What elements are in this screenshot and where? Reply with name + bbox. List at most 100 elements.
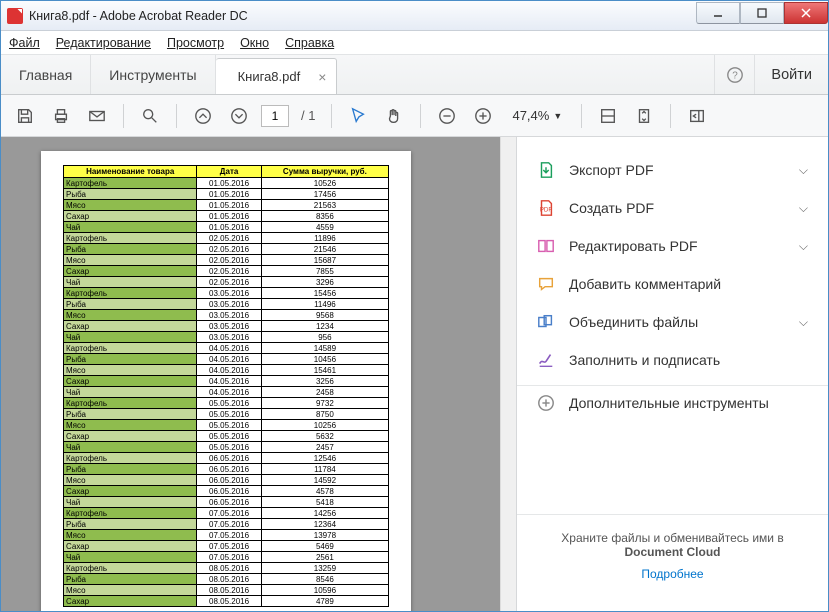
table-row: Сахар05.05.20165632 <box>64 431 389 442</box>
create-pdf-icon: PDF <box>537 199 555 217</box>
table-header: Сумма выручки, руб. <box>261 166 388 178</box>
cloud-learn-more-link[interactable]: Подробнее <box>535 567 810 581</box>
table-row: Чай04.05.20162458 <box>64 387 389 398</box>
menu-view[interactable]: Просмотр <box>167 36 224 50</box>
toggle-panel-icon[interactable] <box>683 102 711 130</box>
combine-icon <box>537 313 555 331</box>
tool-edit-pdf[interactable]: Редактировать PDF⌵ <box>517 227 828 265</box>
export-pdf-icon <box>537 161 555 179</box>
selection-tool-icon[interactable] <box>344 102 372 130</box>
table-row: Мясо04.05.201615461 <box>64 365 389 376</box>
tool-create-pdf[interactable]: PDF Создать PDF⌵ <box>517 189 828 227</box>
table-row: Мясо06.05.201614592 <box>64 475 389 486</box>
page-down-icon[interactable] <box>225 102 253 130</box>
table-row: Мясо07.05.201613978 <box>64 530 389 541</box>
table-row: Чай06.05.20165418 <box>64 497 389 508</box>
table-row: Рыба04.05.201610456 <box>64 354 389 365</box>
save-icon[interactable] <box>11 102 39 130</box>
pdf-page: Наименование товараДатаСумма выручки, ру… <box>41 151 411 611</box>
table-row: Мясо03.05.20169568 <box>64 310 389 321</box>
email-icon[interactable] <box>83 102 111 130</box>
titlebar: Книга8.pdf - Adobe Acrobat Reader DC <box>1 1 828 31</box>
table-row: Картофель05.05.20169732 <box>64 398 389 409</box>
plus-circle-icon <box>537 394 555 412</box>
table-row: Сахар08.05.20164789 <box>64 596 389 607</box>
app-icon <box>7 8 23 24</box>
table-row: Мясо01.05.201621563 <box>64 200 389 211</box>
table-header: Дата <box>197 166 261 178</box>
menu-window[interactable]: Окно <box>240 36 269 50</box>
page-up-icon[interactable] <box>189 102 217 130</box>
help-button[interactable]: ? <box>714 55 754 94</box>
table-row: Картофель02.05.201611896 <box>64 233 389 244</box>
search-icon[interactable] <box>136 102 164 130</box>
signin-button[interactable]: Войти <box>754 55 828 94</box>
hand-tool-icon[interactable] <box>380 102 408 130</box>
tabbar: Главная Инструменты Книга8.pdf × ? Войти <box>1 55 828 95</box>
tool-more[interactable]: Дополнительные инструменты <box>517 385 828 412</box>
table-row: Картофель04.05.201614589 <box>64 343 389 354</box>
table-row: Рыба07.05.201612364 <box>64 519 389 530</box>
scrollbar[interactable] <box>500 137 516 611</box>
menu-edit[interactable]: Редактирование <box>56 36 151 50</box>
tab-close-icon[interactable]: × <box>318 69 326 85</box>
page-number-input[interactable] <box>261 105 289 127</box>
tool-fill-sign[interactable]: Заполнить и подписать <box>517 341 828 379</box>
table-row: Рыба08.05.20168546 <box>64 574 389 585</box>
sign-icon <box>537 351 555 369</box>
tab-document[interactable]: Книга8.pdf × <box>216 58 338 94</box>
toolbar: / 1 47,4%▼ <box>1 95 828 137</box>
page-total: / 1 <box>301 108 315 123</box>
cloud-promo: Храните файлы и обменивайтесь ими в Docu… <box>517 514 828 597</box>
table-row: Картофель03.05.201615456 <box>64 288 389 299</box>
chevron-down-icon: ⌵ <box>799 163 808 178</box>
table-row: Рыба05.05.20168750 <box>64 409 389 420</box>
table-row: Чай02.05.20163296 <box>64 277 389 288</box>
close-button[interactable] <box>784 2 828 24</box>
tool-combine-files[interactable]: Объединить файлы⌵ <box>517 303 828 341</box>
table-row: Чай03.05.2016956 <box>64 332 389 343</box>
table-row: Мясо08.05.201610596 <box>64 585 389 596</box>
zoom-out-icon[interactable] <box>433 102 461 130</box>
table-row: Чай07.05.20162561 <box>64 552 389 563</box>
tab-document-label: Книга8.pdf <box>238 69 301 84</box>
fit-page-icon[interactable] <box>630 102 658 130</box>
table-header: Наименование товара <box>64 166 197 178</box>
table-row: Сахар06.05.20164578 <box>64 486 389 497</box>
menu-file[interactable]: Файл <box>9 36 40 50</box>
table-row: Мясо05.05.201610256 <box>64 420 389 431</box>
maximize-button[interactable] <box>740 2 784 24</box>
chevron-down-icon: ⌵ <box>799 315 808 330</box>
chevron-down-icon: ⌵ <box>799 239 808 254</box>
edit-pdf-icon <box>537 237 555 255</box>
tool-export-pdf[interactable]: Экспорт PDF⌵ <box>517 151 828 189</box>
fit-width-icon[interactable] <box>594 102 622 130</box>
tab-home[interactable]: Главная <box>1 55 91 94</box>
table-row: Сахар04.05.20163256 <box>64 376 389 387</box>
tool-add-comment[interactable]: Добавить комментарий <box>517 265 828 303</box>
chevron-down-icon: ⌵ <box>799 201 808 216</box>
window-title: Книга8.pdf - Adobe Acrobat Reader DC <box>29 9 248 23</box>
zoom-dropdown[interactable]: 47,4%▼ <box>505 107 569 124</box>
minimize-button[interactable] <box>696 2 740 24</box>
menubar: Файл Редактирование Просмотр Окно Справк… <box>1 31 828 55</box>
table-row: Картофель08.05.201613259 <box>64 563 389 574</box>
document-viewport[interactable]: Наименование товараДатаСумма выручки, ру… <box>1 137 500 611</box>
table-row: Сахар07.05.20165469 <box>64 541 389 552</box>
tools-panel: Экспорт PDF⌵ PDF Создать PDF⌵ Редактиров… <box>516 137 828 611</box>
table-row: Рыба01.05.201617456 <box>64 189 389 200</box>
table-row: Сахар02.05.20167855 <box>64 266 389 277</box>
table-row: Сахар03.05.20161234 <box>64 321 389 332</box>
svg-text:?: ? <box>732 70 738 81</box>
menu-help[interactable]: Справка <box>285 36 334 50</box>
zoom-in-icon[interactable] <box>469 102 497 130</box>
table-row: Сахар01.05.20168356 <box>64 211 389 222</box>
table-row: Мясо02.05.201615687 <box>64 255 389 266</box>
comment-icon <box>537 275 555 293</box>
table-row: Картофель06.05.201612546 <box>64 453 389 464</box>
print-icon[interactable] <box>47 102 75 130</box>
tab-tools[interactable]: Инструменты <box>91 55 215 94</box>
svg-text:PDF: PDF <box>540 207 553 214</box>
table-row: Картофель01.05.201610526 <box>64 178 389 189</box>
table-row: Рыба02.05.201621546 <box>64 244 389 255</box>
